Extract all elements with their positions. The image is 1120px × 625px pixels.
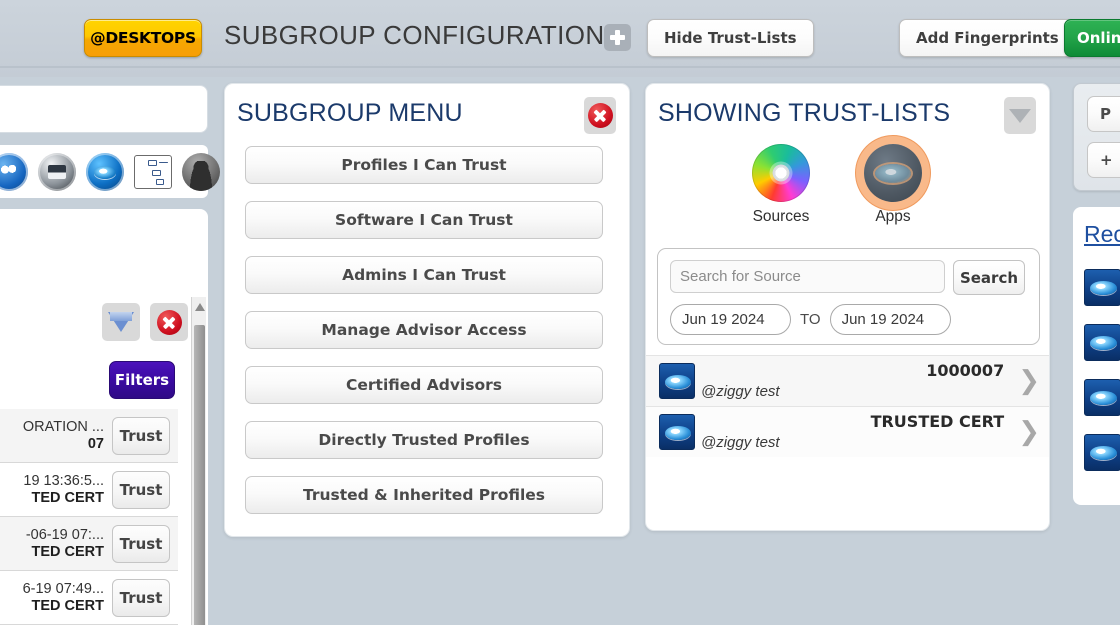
trust-list-name: TRUSTED CERT <box>870 412 1005 431</box>
left-sidebar: Filters ORATION ... 07 Trust 19 13:36:5.… <box>0 77 220 625</box>
right-action-button-2[interactable]: + <box>1087 142 1120 178</box>
chevron-right-icon[interactable]: ❯ <box>1018 419 1040 445</box>
list-item-text: 6-19 07:49... TED CERT <box>22 580 104 614</box>
right-action-button-1[interactable]: P <box>1087 96 1120 132</box>
funnel-filter-icon[interactable] <box>102 303 140 341</box>
top-header-bar: @DESKTOPS SUBGROUP CONFIGURATION Hide Tr… <box>0 0 1120 77</box>
search-button[interactable]: Search <box>953 260 1025 295</box>
date-range-row: TO <box>670 304 963 335</box>
app-screen: @DESKTOPS SUBGROUP CONFIGURATION Hide Tr… <box>0 0 1120 625</box>
subgroup-menu-list: Profiles I Can Trust Software I Can Trus… <box>245 146 603 531</box>
menu-item-directly-trusted-profiles[interactable]: Directly Trusted Profiles <box>245 421 603 459</box>
subgroup-menu-panel: SUBGROUP MENU Profiles I Can Trust Softw… <box>224 83 630 537</box>
trust-lists-results: 1000007 @ziggy test ❯ TRUSTED CERT @zigg… <box>646 355 1049 457</box>
trust-lists-title: SHOWING TRUST-LISTS <box>658 99 951 127</box>
people-icon[interactable] <box>0 152 28 191</box>
left-list-scrollbar[interactable] <box>191 297 206 625</box>
page-title: SUBGROUP CONFIGURATION <box>224 20 605 50</box>
eye-tile-icon[interactable] <box>1084 269 1120 306</box>
eye-logo-icon[interactable] <box>86 152 124 191</box>
list-item[interactable]: 19 13:36:5... TED CERT Trust <box>0 463 178 517</box>
list-item-text: -06-19 07:... TED CERT <box>25 526 104 560</box>
trust-button[interactable]: Trust <box>112 524 170 563</box>
trust-list-name: 1000007 <box>926 361 1005 380</box>
list-item-text: ORATION ... 07 <box>22 418 104 452</box>
list-item-text: 19 13:36:5... TED CERT <box>23 472 104 506</box>
chevron-down-icon[interactable] <box>1004 97 1036 134</box>
search-row: Search <box>670 260 1025 295</box>
trust-list-row[interactable]: 1000007 @ziggy test ❯ <box>646 355 1049 406</box>
eye-tile-icon <box>659 414 695 450</box>
close-x-icon[interactable] <box>584 97 616 134</box>
left-list-rows: ORATION ... 07 Trust 19 13:36:5... TED C… <box>0 409 178 625</box>
trust-list-owner: @ziggy test <box>701 434 780 451</box>
menu-item-manage-advisor-access[interactable]: Manage Advisor Access <box>245 311 603 349</box>
trust-list-owner: @ziggy test <box>701 383 780 400</box>
left-top-card <box>0 85 208 133</box>
menu-item-software-i-can-trust[interactable]: Software I Can Trust <box>245 201 603 239</box>
chevron-right-icon[interactable]: ❯ <box>1018 368 1040 394</box>
left-list-card: Filters ORATION ... 07 Trust 19 13:36:5.… <box>0 209 208 625</box>
recent-items <box>1084 269 1120 471</box>
cd-disc-icon <box>752 144 810 202</box>
printer-icon[interactable] <box>38 152 76 191</box>
date-from-input[interactable] <box>670 304 791 335</box>
trust-lists-panel: SHOWING TRUST-LISTS Sources Apps Search … <box>645 83 1050 531</box>
subgroup-menu-title: SUBGROUP MENU <box>237 99 463 127</box>
add-fingerprints-button[interactable]: Add Fingerprints <box>899 19 1076 57</box>
list-item[interactable]: 6-19 07:49... TED CERT Trust <box>0 571 178 625</box>
eye-tile-icon[interactable] <box>1084 324 1120 361</box>
eye-tile-icon[interactable] <box>1084 434 1120 471</box>
menu-item-trusted-and-inherited-profiles[interactable]: Trusted & Inherited Profiles <box>245 476 603 514</box>
list-item[interactable]: -06-19 07:... TED CERT Trust <box>0 517 178 571</box>
recent-list-card: Rec <box>1073 207 1120 505</box>
date-to-input[interactable] <box>829 304 951 335</box>
trust-button[interactable]: Trust <box>112 470 170 509</box>
right-sidebar: P + Rec <box>1065 83 1120 625</box>
category-label: Sources <box>752 208 810 225</box>
list-item[interactable]: ORATION ... 07 Trust <box>0 409 178 463</box>
online-status-button[interactable]: Online <box>1064 19 1120 57</box>
trust-button[interactable]: Trust <box>112 578 170 617</box>
category-sources[interactable]: Sources <box>742 144 820 226</box>
right-actions-card: P + <box>1073 83 1120 191</box>
date-range-separator: TO <box>800 311 821 328</box>
hide-trust-lists-button[interactable]: Hide Trust-Lists <box>647 19 814 57</box>
clear-x-icon[interactable] <box>150 303 188 341</box>
avatar-icon[interactable] <box>182 152 220 191</box>
eye-tile-icon[interactable] <box>1084 379 1120 416</box>
trust-lists-search-box: Search TO <box>657 248 1040 345</box>
trust-lists-category-tabs: Sources Apps <box>742 144 962 226</box>
left-list-toolbar <box>0 209 208 341</box>
eye-app-icon <box>864 144 922 202</box>
menu-item-certified-advisors[interactable]: Certified Advisors <box>245 366 603 404</box>
recent-list-title[interactable]: Rec <box>1084 221 1120 248</box>
category-apps[interactable]: Apps <box>854 144 932 226</box>
trust-button[interactable]: Trust <box>112 416 170 455</box>
menu-item-admins-i-can-trust[interactable]: Admins I Can Trust <box>245 256 603 294</box>
desktops-brand-badge[interactable]: @DESKTOPS <box>84 19 202 57</box>
trust-list-row[interactable]: TRUSTED CERT @ziggy test ❯ <box>646 406 1049 457</box>
filters-button[interactable]: Filters <box>109 361 175 399</box>
eye-tile-icon <box>659 363 695 399</box>
scrollbar-thumb[interactable] <box>194 325 205 625</box>
category-label: Apps <box>875 208 911 225</box>
menu-item-profiles-i-can-trust[interactable]: Profiles I Can Trust <box>245 146 603 184</box>
left-icon-strip <box>0 145 220 198</box>
search-input[interactable] <box>670 260 945 293</box>
scroll-up-icon[interactable] <box>195 303 205 311</box>
add-plus-icon[interactable] <box>604 24 631 51</box>
flowchart-icon[interactable] <box>134 154 172 189</box>
header-divider <box>0 66 1120 68</box>
